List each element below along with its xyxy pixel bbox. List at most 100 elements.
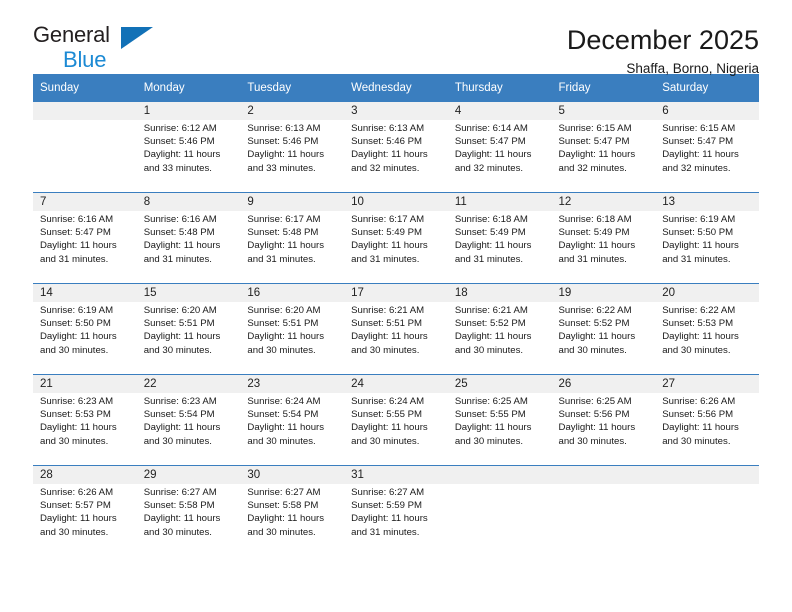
day-number[interactable]: 27 xyxy=(655,375,759,393)
day-number[interactable]: 12 xyxy=(551,193,656,211)
day-number[interactable]: 23 xyxy=(240,375,345,393)
sunset-time: Sunset: 5:47 PM xyxy=(40,227,111,239)
day-cell[interactable]: Sunrise: 6:27 AM Sunset: 5:59 PM Daylight:… xyxy=(344,484,448,556)
day-number-row: 123456 xyxy=(33,102,759,120)
daylight-duration-line1: Daylight: 11 hours xyxy=(662,149,739,161)
daylight-duration-line2: and 30 minutes. xyxy=(351,435,420,447)
day-cell[interactable]: Sunrise: 6:22 AM Sunset: 5:53 PM Daylight:… xyxy=(655,302,759,374)
day-cell[interactable]: Sunrise: 6:12 AM Sunset: 5:46 PM Daylight:… xyxy=(136,120,241,192)
day-cell[interactable]: Sunrise: 6:15 AM Sunset: 5:47 PM Daylight:… xyxy=(655,120,759,192)
day-number[interactable]: 31 xyxy=(344,466,448,484)
sunrise-time: Sunrise: 6:25 AM xyxy=(454,396,528,407)
sunset-time: Sunset: 5:55 PM xyxy=(351,409,423,421)
day-cell[interactable]: Sunrise: 6:17 AM Sunset: 5:49 PM Daylight:… xyxy=(344,211,448,283)
logo-text-blue: Blue xyxy=(63,47,107,72)
daylight-duration-line1: Daylight: 11 hours xyxy=(351,149,428,161)
day-number[interactable]: 3 xyxy=(344,102,448,120)
day-cell[interactable]: Sunrise: 6:25 AM Sunset: 5:56 PM Daylight:… xyxy=(551,393,656,465)
day-number[interactable]: 24 xyxy=(344,375,448,393)
sunrise-time: Sunrise: 6:23 AM xyxy=(40,396,114,407)
sunset-time: Sunset: 5:52 PM xyxy=(558,318,630,330)
day-cell[interactable]: Sunrise: 6:27 AM Sunset: 5:58 PM Daylight:… xyxy=(240,484,345,556)
day-number[interactable]: 6 xyxy=(655,102,759,120)
calendar-body: 1 2 3 4 5 6 Sunrise: 6:12 AM Sunset: 5:46 PM Day… xyxy=(33,102,759,556)
day-number-empty xyxy=(551,466,656,484)
day-number[interactable]: 14 xyxy=(33,284,137,302)
day-cell[interactable]: Sunrise: 6:24 AM Sunset: 5:55 PM Daylight:… xyxy=(344,393,448,465)
daylight-duration-line2: and 30 minutes. xyxy=(247,435,316,447)
day-number[interactable]: 2 xyxy=(240,102,345,120)
day-number[interactable]: 21 xyxy=(33,375,137,393)
day-cell[interactable]: Sunrise: 6:13 AM Sunset: 5:46 PM Daylight:… xyxy=(344,120,448,192)
day-number[interactable]: 10 xyxy=(344,193,448,211)
day-cell[interactable]: Sunrise: 6:20 AM Sunset: 5:51 PM Daylight:… xyxy=(240,302,345,374)
day-cell[interactable]: Sunrise: 6:19 AM Sunset: 5:50 PM Daylight:… xyxy=(33,302,137,374)
general-blue-logo[interactable]: General Blue xyxy=(33,22,158,74)
sunrise-time: Sunrise: 6:18 AM xyxy=(558,214,632,225)
day-cell[interactable]: Sunrise: 6:20 AM Sunset: 5:51 PM Daylight:… xyxy=(136,302,241,374)
day-number[interactable]: 4 xyxy=(447,102,552,120)
logo-triangle-icon xyxy=(121,27,153,49)
day-cell[interactable]: Sunrise: 6:27 AM Sunset: 5:58 PM Daylight:… xyxy=(136,484,241,556)
daylight-duration-line1: Daylight: 11 hours xyxy=(247,422,325,434)
day-number[interactable]: 1 xyxy=(136,102,241,120)
day-number[interactable]: 9 xyxy=(240,193,345,211)
daylight-duration-line1: Daylight: 11 hours xyxy=(247,240,325,252)
day-number[interactable]: 30 xyxy=(240,466,345,484)
day-cell[interactable]: Sunrise: 6:24 AM Sunset: 5:54 PM Daylight:… xyxy=(240,393,345,465)
day-number[interactable]: 5 xyxy=(551,102,656,120)
daylight-duration-line2: and 32 minutes. xyxy=(558,162,627,174)
day-number[interactable]: 28 xyxy=(33,466,137,484)
day-cell[interactable]: Sunrise: 6:18 AM Sunset: 5:49 PM Daylight:… xyxy=(447,211,552,283)
day-cell[interactable]: Sunrise: 6:22 AM Sunset: 5:52 PM Daylight:… xyxy=(551,302,656,374)
day-cell[interactable]: Sunrise: 6:21 AM Sunset: 5:51 PM Daylight:… xyxy=(344,302,448,374)
sunrise-time: Sunrise: 6:19 AM xyxy=(40,305,114,316)
day-number[interactable]: 13 xyxy=(655,193,759,211)
day-cell[interactable]: Sunrise: 6:26 AM Sunset: 5:57 PM Daylight:… xyxy=(33,484,137,556)
day-cell[interactable]: Sunrise: 6:25 AM Sunset: 5:55 PM Daylight:… xyxy=(447,393,552,465)
day-cell[interactable]: Sunrise: 6:13 AM Sunset: 5:46 PM Daylight:… xyxy=(240,120,345,192)
day-number[interactable]: 17 xyxy=(344,284,448,302)
day-number[interactable]: 16 xyxy=(240,284,345,302)
day-cell[interactable]: Sunrise: 6:19 AM Sunset: 5:50 PM Daylight:… xyxy=(655,211,759,283)
day-cell[interactable]: Sunrise: 6:18 AM Sunset: 5:49 PM Daylight:… xyxy=(551,211,656,283)
day-number[interactable]: 29 xyxy=(136,466,241,484)
daylight-duration-line2: and 30 minutes. xyxy=(662,435,731,447)
daylight-duration-line1: Daylight: 11 hours xyxy=(143,149,221,161)
sunrise-time: Sunrise: 6:16 AM xyxy=(40,214,114,225)
day-cell[interactable]: Sunrise: 6:23 AM Sunset: 5:53 PM Daylight:… xyxy=(33,393,137,465)
day-number[interactable]: 15 xyxy=(136,284,241,302)
sunset-time: Sunset: 5:56 PM xyxy=(662,409,734,421)
day-number[interactable]: 26 xyxy=(551,375,656,393)
day-detail-row: Sunrise: 6:26 AM Sunset: 5:57 PM Daylight:… xyxy=(33,484,759,556)
day-number[interactable]: 19 xyxy=(551,284,656,302)
daylight-duration-line2: and 30 minutes. xyxy=(143,526,212,538)
day-cell[interactable]: Sunrise: 6:21 AM Sunset: 5:52 PM Daylight:… xyxy=(447,302,552,374)
day-cell[interactable]: Sunrise: 6:14 AM Sunset: 5:47 PM Daylight:… xyxy=(447,120,552,192)
daylight-duration-line1: Daylight: 11 hours xyxy=(351,422,428,434)
day-number[interactable]: 7 xyxy=(33,193,137,211)
day-detail-row: Sunrise: 6:12 AM Sunset: 5:46 PM Daylight:… xyxy=(33,120,759,192)
daylight-duration-line1: Daylight: 11 hours xyxy=(40,331,117,343)
day-cell[interactable]: Sunrise: 6:15 AM Sunset: 5:47 PM Daylight:… xyxy=(551,120,656,192)
day-number[interactable]: 11 xyxy=(447,193,552,211)
day-number[interactable]: 18 xyxy=(447,284,552,302)
day-number[interactable]: 20 xyxy=(655,284,759,302)
day-number[interactable]: 25 xyxy=(447,375,552,393)
daylight-duration-line2: and 32 minutes. xyxy=(454,162,524,174)
day-cell[interactable]: Sunrise: 6:16 AM Sunset: 5:48 PM Daylight:… xyxy=(136,211,241,283)
day-number-empty xyxy=(655,466,759,484)
day-cell[interactable]: Sunrise: 6:23 AM Sunset: 5:54 PM Daylight:… xyxy=(136,393,241,465)
sunset-time: Sunset: 5:51 PM xyxy=(143,318,215,330)
calendar-page: General Blue December 2025 Shaffa, Borno… xyxy=(0,0,792,612)
day-number[interactable]: 22 xyxy=(136,375,241,393)
day-cell[interactable]: Sunrise: 6:17 AM Sunset: 5:48 PM Daylight:… xyxy=(240,211,345,283)
day-cell[interactable]: Sunrise: 6:26 AM Sunset: 5:56 PM Daylight:… xyxy=(655,393,759,465)
day-cell[interactable]: Sunrise: 6:16 AM Sunset: 5:47 PM Daylight:… xyxy=(33,211,137,283)
page-title: December 2025 xyxy=(566,25,759,55)
day-number[interactable]: 8 xyxy=(136,193,241,211)
sunset-time: Sunset: 5:48 PM xyxy=(143,227,215,239)
daylight-duration-line2: and 33 minutes. xyxy=(247,162,316,174)
sunrise-sunset-calendar: Sunday Monday Tuesday Wednesday Thursday… xyxy=(33,74,759,556)
day-cell-empty xyxy=(655,484,759,556)
